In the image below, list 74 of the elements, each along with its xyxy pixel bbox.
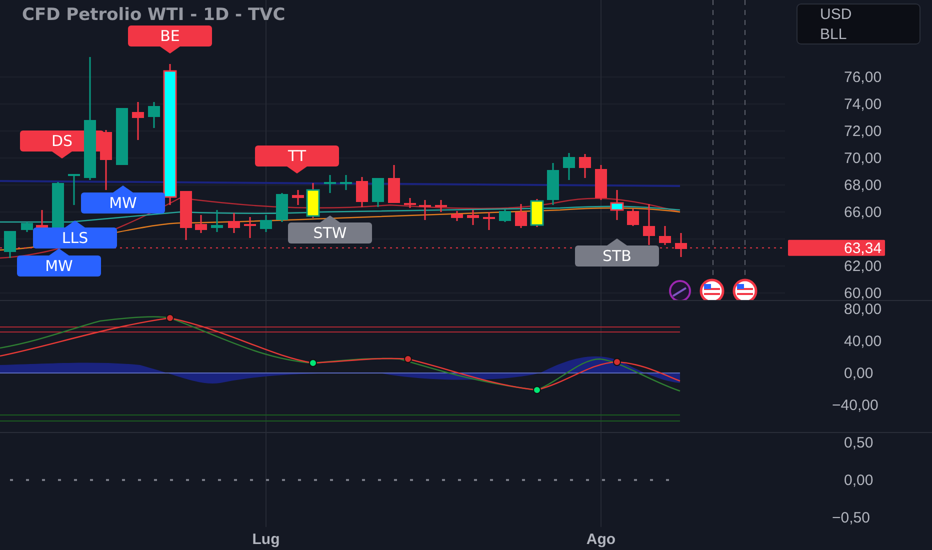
candle bbox=[116, 108, 128, 165]
candle bbox=[579, 154, 591, 178]
candle bbox=[467, 210, 479, 225]
candle bbox=[530, 199, 544, 227]
price-axis-label: 70,00 bbox=[844, 150, 882, 167]
candle bbox=[435, 200, 447, 212]
oscillator-axis-label: 80,00 bbox=[844, 301, 882, 318]
candle bbox=[372, 178, 384, 207]
candle bbox=[515, 204, 527, 228]
currency-unit-button[interactable]: USD BLL bbox=[796, 4, 920, 44]
candle bbox=[419, 200, 431, 220]
candle bbox=[148, 102, 160, 128]
crossover-dot bbox=[404, 355, 412, 363]
candle bbox=[356, 177, 368, 207]
price-axis-label: 68,00 bbox=[844, 177, 882, 194]
candle bbox=[610, 190, 624, 220]
candle bbox=[228, 213, 240, 233]
event-icon[interactable] bbox=[669, 280, 691, 301]
candle bbox=[21, 222, 33, 232]
candle bbox=[675, 233, 687, 257]
candle bbox=[195, 215, 207, 233]
candle bbox=[483, 212, 495, 230]
candle bbox=[4, 231, 16, 258]
time-axis-label: Lug bbox=[252, 531, 280, 548]
candle bbox=[100, 130, 112, 190]
oscillator-axis-label: 0,00 bbox=[844, 365, 874, 382]
candle bbox=[180, 191, 192, 240]
last-price-tag: 63,34 bbox=[788, 240, 885, 257]
indicator-axis-label: 0,50 bbox=[844, 434, 874, 452]
indicator-axis-label: 0,00 bbox=[844, 472, 874, 489]
chart-title: CFD Petrolio WTI - 1D - TVC bbox=[22, 5, 286, 25]
candle bbox=[388, 165, 400, 203]
signal-label: MW bbox=[81, 186, 165, 214]
candle bbox=[643, 204, 655, 245]
flag-icon[interactable] bbox=[700, 278, 724, 301]
signal-label: TT bbox=[255, 146, 339, 174]
candle bbox=[132, 102, 144, 140]
candle bbox=[324, 175, 336, 193]
signal-label: STB bbox=[575, 238, 659, 266]
price-axis-label: 66,00 bbox=[844, 204, 882, 221]
flag-icon[interactable] bbox=[732, 278, 758, 301]
oscillator-axis-label: −40,00 bbox=[832, 397, 878, 414]
crossover-dot bbox=[309, 359, 317, 367]
price-axis-label: 72,00 bbox=[844, 123, 882, 140]
candle bbox=[404, 198, 416, 208]
candle bbox=[292, 190, 304, 205]
price-axis-label: 62,00 bbox=[844, 258, 882, 275]
candle bbox=[627, 209, 639, 226]
candle bbox=[260, 215, 272, 232]
candle bbox=[451, 211, 463, 221]
signal-label: LLS bbox=[33, 220, 117, 248]
crossover-dot bbox=[166, 314, 174, 322]
candle bbox=[547, 163, 559, 205]
crossover-dot bbox=[613, 358, 621, 366]
crossover-dot bbox=[533, 386, 541, 394]
candle bbox=[340, 175, 352, 190]
candle bbox=[211, 210, 223, 232]
signal-label: STW bbox=[288, 216, 372, 244]
candle bbox=[276, 193, 288, 222]
candle bbox=[659, 226, 671, 245]
time-axis-label: Ago bbox=[586, 531, 616, 548]
price-axis-label: 76,00 bbox=[844, 69, 882, 86]
candle bbox=[68, 174, 80, 205]
candle bbox=[306, 183, 320, 218]
candle bbox=[244, 217, 256, 238]
price-axis-label: 74,00 bbox=[844, 96, 882, 113]
signal-label: BE bbox=[128, 26, 212, 54]
candle bbox=[595, 165, 607, 200]
candle bbox=[499, 209, 511, 222]
signal-label: MW bbox=[17, 248, 101, 276]
price-axis-label: 60,00 bbox=[844, 285, 882, 301]
oscillator-axis-label: 40,00 bbox=[844, 333, 882, 350]
indicator-axis-label: −0,50 bbox=[832, 510, 870, 526]
candle bbox=[563, 153, 575, 180]
